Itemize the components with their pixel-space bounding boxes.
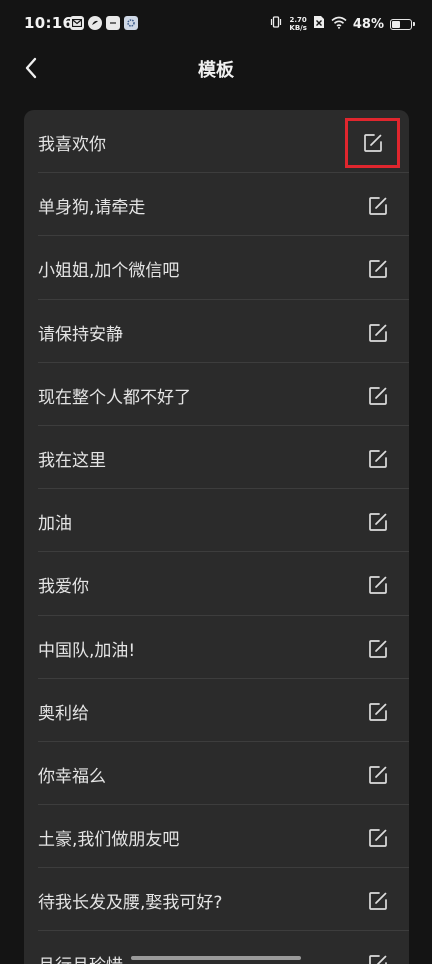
template-row[interactable]: 现在整个人都不好了: [24, 363, 409, 426]
template-label: 中国队,加油!: [38, 640, 136, 661]
edit-icon: [369, 386, 387, 405]
edit-icon: [369, 829, 387, 847]
status-right: 2.70 KB/s 48%: [269, 15, 415, 33]
edit-icon: [363, 134, 382, 152]
edit-icon: [369, 955, 387, 964]
edit-icon: [369, 260, 387, 279]
template-label: 请保持安静: [38, 324, 123, 345]
template-label: 小姐姐,加个微信吧: [38, 261, 180, 282]
template-row[interactable]: 我爱你: [24, 552, 409, 616]
gear-app-icon: [124, 16, 138, 30]
battery-icon: [390, 18, 415, 30]
edit-template-button[interactable]: [361, 254, 395, 284]
battery-fill: [392, 20, 400, 28]
template-label: 单身狗,请牵走: [38, 198, 146, 219]
battery-percent: 48%: [352, 16, 384, 32]
net-speed: 2.70 KB/s: [289, 16, 306, 32]
template-label: 待我长发及腰,娶我可好?: [38, 893, 223, 914]
vibrate-icon: [269, 15, 283, 33]
edit-template-button[interactable]: [361, 823, 395, 853]
template-label: 奥利给: [38, 703, 89, 724]
edit-template-button[interactable]: [361, 191, 395, 221]
edit-template-button[interactable]: [361, 318, 395, 348]
template-label: 你幸福么: [38, 766, 106, 787]
edit-template-button[interactable]: [361, 760, 395, 790]
edit-template-button[interactable]: [361, 697, 395, 727]
template-label: 我爱你: [38, 577, 89, 598]
edit-template-button[interactable]: [345, 118, 400, 168]
mail-icon: [70, 16, 84, 30]
template-label: 且行且珍惜: [38, 951, 123, 964]
edit-icon: [369, 892, 387, 911]
template-label: 现在整个人都不好了: [38, 387, 191, 408]
edit-template-button[interactable]: [361, 444, 395, 474]
notification-icons: [70, 16, 138, 30]
edit-template-button[interactable]: [361, 949, 395, 964]
no-sim-icon: [313, 15, 325, 33]
net-speed-value: 2.70: [289, 16, 307, 24]
edit-template-button[interactable]: [361, 570, 395, 600]
app-header: 模板: [0, 50, 432, 86]
edit-template-button[interactable]: [361, 634, 395, 664]
template-list: 我喜欢你单身狗,请牵走小姐姐,加个微信吧 请保持安静现在整个人都不好了 我在这里加油…: [24, 110, 409, 964]
template-row[interactable]: 单身狗,请牵走: [24, 173, 409, 237]
battery-tip: [413, 21, 415, 26]
page-title: 模板: [198, 60, 234, 81]
chat-bubble-icon: [106, 16, 120, 30]
template-row[interactable]: 小姐姐,加个微信吧: [24, 236, 409, 300]
template-row[interactable]: 我在这里: [24, 426, 409, 490]
template-row[interactable]: 你幸福么: [24, 742, 409, 806]
template-row[interactable]: 加油: [24, 489, 409, 553]
edit-icon: [369, 702, 387, 721]
template-row[interactable]: 土豪,我们做朋友吧: [24, 805, 409, 869]
edit-template-button[interactable]: [361, 381, 395, 411]
bird-app-icon: [88, 16, 102, 30]
edit-icon: [369, 639, 387, 658]
template-label: 加油: [38, 514, 72, 535]
template-row[interactable]: 我喜欢你: [24, 110, 409, 174]
template-row[interactable]: 待我长发及腰,娶我可好?: [24, 868, 409, 932]
template-label: 我喜欢你: [38, 135, 106, 155]
net-speed-unit: KB/s: [289, 24, 307, 32]
edit-icon: [369, 576, 387, 595]
template-row[interactable]: 中国队,加油!: [24, 616, 409, 679]
edit-icon: [369, 766, 387, 784]
edit-icon: [369, 197, 387, 216]
edit-template-button[interactable]: [361, 507, 395, 537]
edit-icon: [369, 513, 387, 531]
edit-template-button[interactable]: [361, 886, 395, 916]
edit-icon: [369, 450, 387, 468]
status-bar: 10:16 2.70 KB/s 48%: [0, 0, 432, 50]
scroll-indicator[interactable]: [131, 956, 301, 960]
screen: 10:16 2.70 KB/s 48% 模板 我喜欢你 单身狗,请牵走 小姐姐,…: [0, 0, 432, 964]
template-row[interactable]: 奥利给: [24, 679, 409, 742]
template-label: 我在这里: [38, 450, 106, 471]
template-row[interactable]: 请保持安静: [24, 300, 409, 363]
template-label: 土豪,我们做朋友吧: [38, 830, 180, 851]
wifi-icon: [331, 16, 347, 33]
status-time: 10:16: [24, 14, 74, 32]
edit-icon: [369, 323, 387, 342]
